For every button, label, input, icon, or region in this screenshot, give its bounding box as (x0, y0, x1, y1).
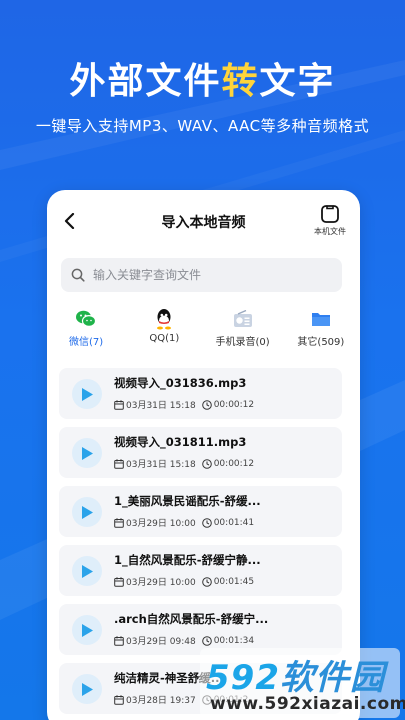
file-meta: 03月29日 10:00 00:01:41 (114, 516, 254, 529)
file-meta: 03月31日 15:18 00:00:12 (114, 398, 254, 411)
play-icon (82, 623, 93, 637)
file-list-item[interactable]: 纯洁精灵-神圣舒缓... 03月28日 19:37 00:01:2 (59, 663, 342, 714)
qq-icon (157, 309, 172, 330)
search-input[interactable] (93, 268, 323, 282)
file-name: 1_自然风景配乐-舒缓宁静... (114, 553, 261, 567)
file-list: 视频导入_031836.mp3 03月31日 15:18 00:00:12 视频… (59, 368, 342, 720)
phone-screen: 导入本地音频 本机文件 输入关键字查询文件 微信(7) QQ(1) 手机录音(0… (47, 190, 360, 720)
tab-other[interactable]: 其它(509) (282, 308, 360, 352)
file-duration: 00:01:34 (213, 635, 255, 646)
file-list-item[interactable]: .arch自然风景配乐-舒缓宁... 03月29日 09:48 00:01:34 (59, 604, 342, 655)
file-duration: 00:01:2 (213, 694, 249, 705)
calendar-icon (114, 399, 124, 410)
file-duration: 00:01:45 (213, 576, 255, 587)
local-file-label: 本机文件 (314, 227, 346, 236)
phone-file-icon (321, 205, 339, 223)
calendar-icon (114, 517, 124, 528)
tab-label: 其它(509) (297, 337, 345, 348)
clock-icon (201, 399, 212, 410)
tab-qq[interactable]: QQ(1) (125, 308, 203, 352)
headline-highlight: 转 (221, 61, 260, 102)
file-meta: 03月28日 19:37 00:01:2 (114, 693, 248, 706)
calendar-icon (114, 635, 124, 646)
play-icon (82, 387, 93, 401)
file-duration: 00:00:12 (213, 399, 255, 410)
file-name: 视频导入_031811.mp3 (114, 435, 247, 449)
play-button[interactable] (72, 556, 102, 586)
tab-phone-recording[interactable]: 手机录音(0) (204, 308, 282, 352)
file-list-item[interactable]: 视频导入_031811.mp3 03月31日 15:18 00:00:12 (59, 427, 342, 478)
calendar-icon (114, 694, 124, 705)
source-tabs: 微信(7) QQ(1) 手机录音(0) 其它(509) (47, 308, 360, 352)
headline-part1: 外部文件 (69, 61, 222, 102)
file-meta: 03月29日 09:48 00:01:34 (114, 634, 254, 647)
search-icon (71, 268, 85, 282)
file-duration: 00:01:41 (213, 517, 255, 528)
headline-part2: 文字 (259, 61, 336, 102)
tab-label: QQ(1) (149, 333, 180, 344)
play-icon (82, 505, 93, 519)
play-button[interactable] (72, 615, 102, 645)
calendar-icon (114, 576, 124, 587)
file-list-item[interactable]: 1_美丽风景民谣配乐-舒缓... 03月29日 10:00 00:01:41 (59, 486, 342, 537)
promo-headline: 外部文件转文字 (0, 52, 405, 104)
file-meta: 03月29日 10:00 00:01:45 (114, 575, 254, 588)
tab-label: 手机录音(0) (215, 337, 270, 348)
top-bar: 导入本地音频 本机文件 (47, 190, 360, 252)
tab-label: 微信(7) (69, 337, 104, 348)
play-button[interactable] (72, 674, 102, 704)
file-date: 03月31日 15:18 (126, 401, 196, 411)
clock-icon (201, 694, 212, 705)
play-icon (82, 682, 93, 696)
play-icon (82, 446, 93, 460)
file-name: 纯洁精灵-神圣舒缓... (114, 671, 224, 685)
file-date: 03月29日 10:00 (126, 519, 196, 529)
file-date: 03月29日 10:00 (126, 578, 196, 588)
clock-icon (201, 517, 212, 528)
radio-recorder-icon (233, 310, 252, 327)
folder-icon (311, 313, 330, 326)
tab-wechat[interactable]: 微信(7) (47, 308, 125, 352)
clock-icon (201, 458, 212, 469)
play-icon (82, 564, 93, 578)
file-date: 03月29日 09:48 (126, 637, 196, 647)
promo-subline: 一键导入支持MP3、WAV、AAC等多种音频格式 (35, 117, 370, 135)
file-date: 03月28日 19:37 (126, 696, 196, 706)
search-box[interactable] (61, 258, 342, 292)
clock-icon (201, 635, 212, 646)
file-name: 1_美丽风景民谣配乐-舒缓... (114, 494, 261, 508)
file-list-item[interactable]: 1_自然风景配乐-舒缓宁静... 03月29日 10:00 00:01:45 (59, 545, 342, 596)
file-list-item[interactable]: 视频导入_031836.mp3 03月31日 15:18 00:00:12 (59, 368, 342, 419)
clock-icon (201, 576, 212, 587)
play-button[interactable] (72, 438, 102, 468)
calendar-icon (114, 458, 124, 469)
file-meta: 03月31日 15:18 00:00:12 (114, 457, 254, 470)
local-file-button[interactable]: 本机文件 (310, 204, 350, 237)
file-date: 03月31日 15:18 (126, 460, 196, 470)
file-name: .arch自然风景配乐-舒缓宁... (114, 612, 269, 626)
wechat-icon (76, 310, 97, 328)
play-button[interactable] (72, 497, 102, 527)
play-button[interactable] (72, 379, 102, 409)
file-name: 视频导入_031836.mp3 (114, 376, 247, 390)
file-duration: 00:00:12 (213, 458, 255, 469)
